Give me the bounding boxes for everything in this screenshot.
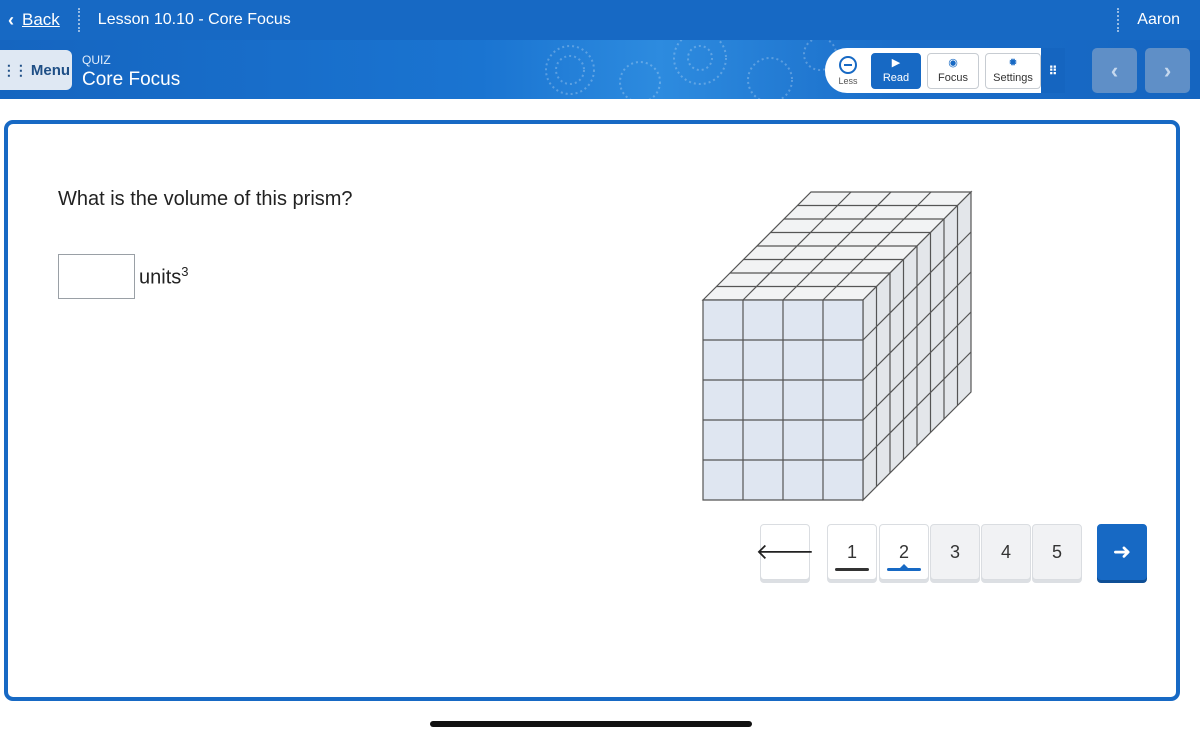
page-button-4[interactable]: 4 [981, 524, 1031, 580]
chevron-left-icon: ‹ [8, 10, 14, 30]
section-label: QUIZ [82, 53, 111, 67]
units-exponent: 3 [181, 264, 189, 279]
home-indicator [430, 721, 752, 727]
minus-circle-icon [839, 55, 857, 74]
menu-button[interactable]: ⋮⋮ Menu [0, 50, 72, 90]
lesson-title: Lesson 10.10 - Core Focus [97, 11, 291, 28]
answer-input[interactable] [58, 254, 135, 299]
less-button[interactable]: Less [831, 55, 865, 86]
next-question-button[interactable]: ➜ [1097, 524, 1147, 580]
page-button-5[interactable]: 5 [1032, 524, 1082, 580]
page-number: 2 [898, 541, 909, 562]
focus-button[interactable]: ◉ Focus [927, 52, 979, 89]
top-bar: ‹ Back Lesson 10.10 - Core Focus Aaron [0, 0, 1200, 40]
question-card: What is the volume of this prism? units3… [4, 120, 1180, 701]
page-number: 5 [1051, 541, 1062, 562]
page-button-1[interactable]: 1 [827, 524, 877, 580]
focus-label: Focus [938, 71, 968, 84]
eye-icon: ◉ [948, 56, 958, 69]
back-label: Back [22, 10, 60, 29]
settings-button[interactable]: ✹ Settings [985, 52, 1041, 89]
page-button-2[interactable]: 2 [879, 524, 929, 580]
visited-page-indicator [835, 568, 869, 571]
gear-pattern-decoration [545, 40, 837, 99]
back-link[interactable]: ‹ Back [0, 0, 60, 40]
page-number: 4 [1000, 541, 1011, 562]
divider [77, 8, 80, 32]
play-icon: ▶ [891, 56, 901, 69]
gear-icon: ✹ [1008, 56, 1018, 69]
question-prompt: What is the volume of this prism? [58, 188, 353, 210]
previous-question-button[interactable]: 🡐 [756, 524, 815, 580]
lesson-header: ⋮⋮ Menu QUIZ Core Focus Less ▶ Read ◉ Fo… [0, 40, 1200, 99]
user-name[interactable]: Aaron [1137, 11, 1200, 29]
page-title: Core Focus [82, 69, 181, 90]
settings-label: Settings [993, 71, 1033, 84]
grip-dots-icon[interactable]: ⠿ [1041, 48, 1065, 93]
read-button[interactable]: ▶ Read [871, 52, 921, 89]
menu-label: Menu [30, 61, 71, 79]
arrow-right-icon: ➜ [1112, 539, 1132, 564]
arrow-left-icon: 🡐 [755, 539, 815, 564]
page-number: 1 [846, 541, 857, 562]
reading-toolbar: Less ▶ Read ◉ Focus ✹ Settings [825, 48, 1065, 93]
chevron-left-icon: ‹ [1110, 57, 1119, 83]
less-label: Less [838, 75, 858, 86]
page-button-3[interactable]: 3 [930, 524, 980, 580]
chevron-right-icon: › [1163, 57, 1172, 83]
units-label: units3 [139, 264, 188, 290]
rectangular-prism-figure [701, 190, 973, 502]
page-number: 3 [949, 541, 960, 562]
units-base: units [139, 266, 182, 289]
current-page-indicator [887, 564, 921, 571]
next-screen-button[interactable]: › [1145, 48, 1190, 93]
menu-grid-icon: ⋮⋮ [1, 61, 28, 78]
read-label: Read [882, 71, 910, 84]
previous-screen-button[interactable]: ‹ [1092, 48, 1137, 93]
divider [1117, 8, 1120, 32]
